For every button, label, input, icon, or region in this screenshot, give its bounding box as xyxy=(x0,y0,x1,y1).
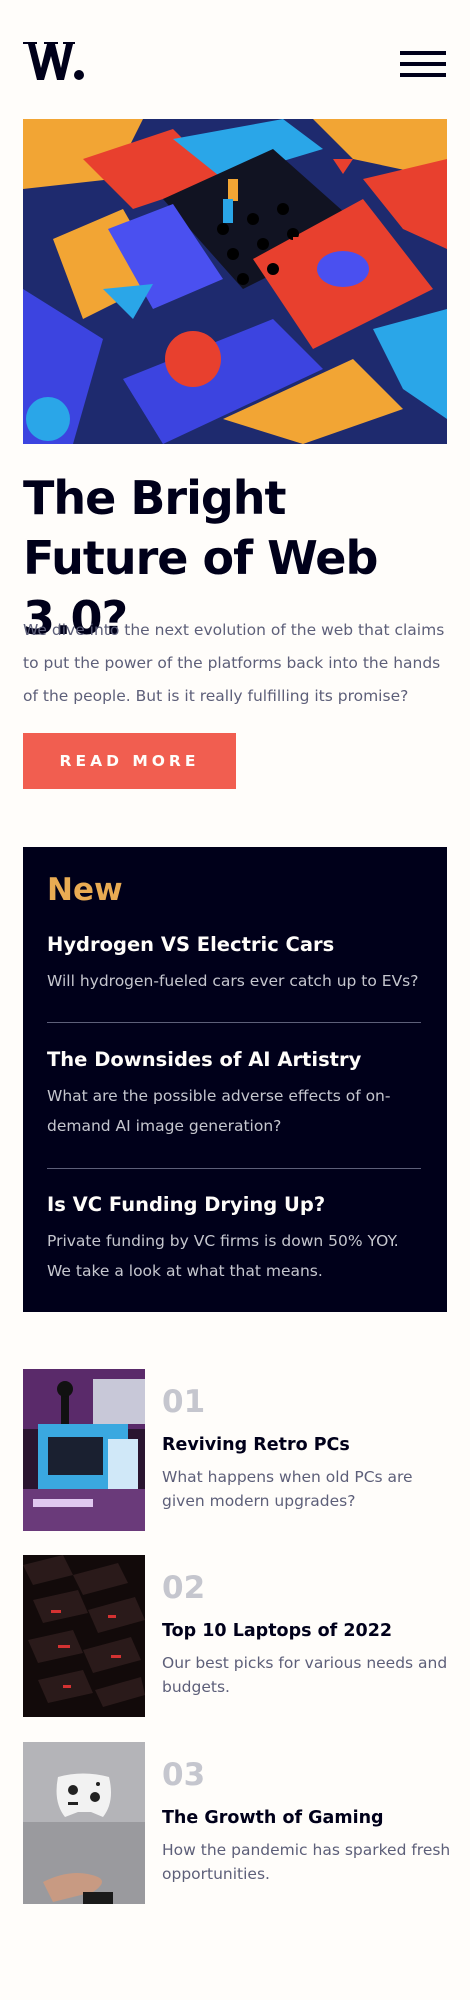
game-controller-photo[interactable] xyxy=(23,1742,145,1904)
news-item-description: Private funding by VC firms is down 50% … xyxy=(47,1232,399,1280)
page: The Bright Future of Web 3.0? We dive in… xyxy=(0,0,470,2000)
laptop-keyboard-photo[interactable] xyxy=(23,1555,145,1717)
article-description: What happens when old PCs are given mode… xyxy=(162,1468,413,1510)
article-number: 03 xyxy=(162,1757,206,1793)
news-item-description: Will hydrogen-fueled cars ever catch up … xyxy=(47,972,419,990)
new-panel: New Hydrogen VS Electric Cars Will hydro… xyxy=(23,847,447,1312)
news-item: Is VC Funding Drying Up? Private funding… xyxy=(47,1190,421,1286)
article-item: 03 The Growth of Gaming How the pandemic… xyxy=(23,1742,450,1904)
article-title[interactable]: Reviving Retro PCs xyxy=(162,1432,350,1458)
article-number: 01 xyxy=(162,1384,206,1420)
news-item: The Downsides of AI Artistry What are th… xyxy=(47,1045,421,1141)
news-item-title[interactable]: Is VC Funding Drying Up? xyxy=(47,1190,421,1220)
hamburger-menu-icon[interactable] xyxy=(400,51,446,77)
article-item: 02 Top 10 Laptops of 2022 Our best picks… xyxy=(23,1555,447,1717)
article-description: Our best picks for various needs and bud… xyxy=(162,1654,448,1696)
article-description: How the pandemic has sparked fresh oppor… xyxy=(162,1841,451,1883)
article-item: 01 Reviving Retro PCs What happens when … xyxy=(23,1369,447,1531)
hero-image xyxy=(23,119,447,444)
hero-description: We dive into the next evolution of the w… xyxy=(23,621,445,705)
news-item: Hydrogen VS Electric Cars Will hydrogen-… xyxy=(47,930,421,996)
new-heading: New xyxy=(47,872,123,908)
news-item-description: What are the possible adverse effects of… xyxy=(47,1087,391,1135)
article-number: 02 xyxy=(162,1570,206,1606)
divider xyxy=(47,1168,421,1169)
news-item-title[interactable]: Hydrogen VS Electric Cars xyxy=(47,930,421,960)
site-logo[interactable] xyxy=(23,40,85,82)
divider xyxy=(47,1022,421,1023)
news-item-title[interactable]: The Downsides of AI Artistry xyxy=(47,1045,421,1075)
article-title[interactable]: The Growth of Gaming xyxy=(162,1805,384,1831)
read-more-button[interactable]: READ MORE xyxy=(23,733,236,789)
retro-pc-photo[interactable] xyxy=(23,1369,145,1531)
article-title[interactable]: Top 10 Laptops of 2022 xyxy=(162,1618,392,1644)
